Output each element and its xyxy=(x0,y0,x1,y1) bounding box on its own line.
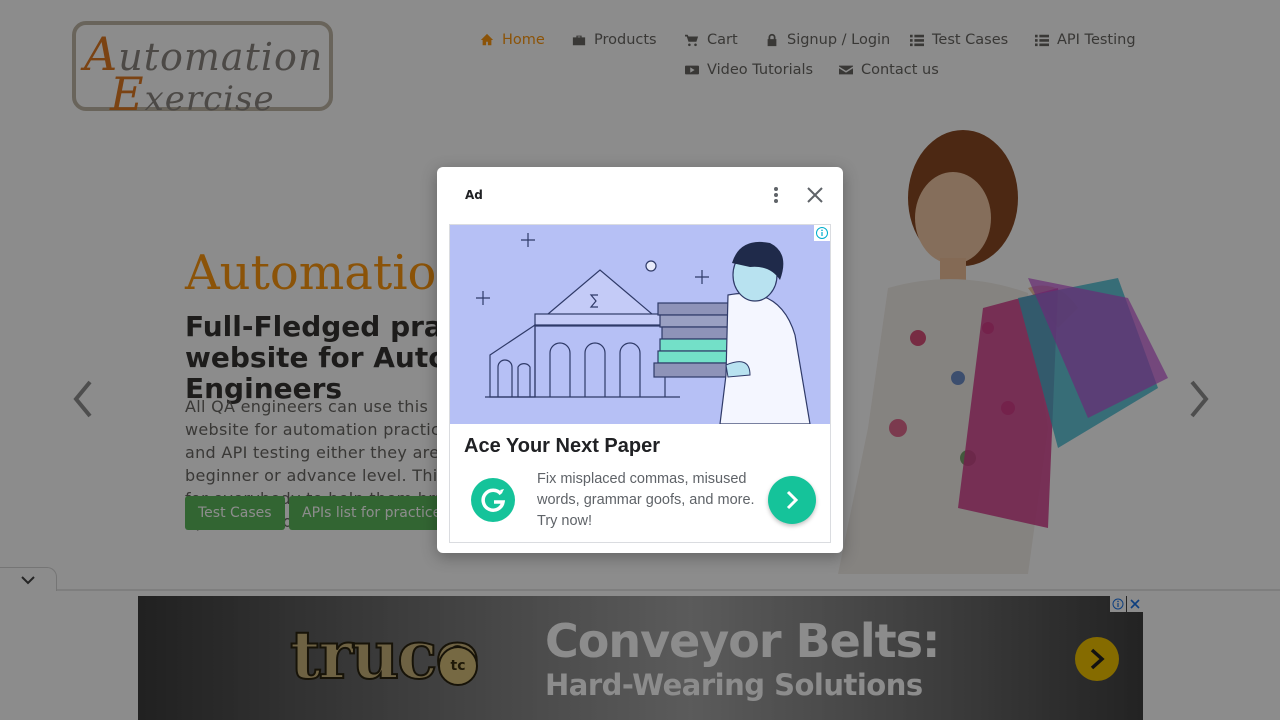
ad-illustration xyxy=(450,225,830,424)
ad-creative[interactable]: Ace Your Next Paper Fix misplaced commas… xyxy=(449,224,831,543)
close-icon xyxy=(807,187,823,203)
more-options-icon[interactable] xyxy=(769,183,783,207)
ad-cta-button[interactable] xyxy=(768,476,816,524)
info-icon xyxy=(814,225,830,241)
interstitial-ad-dialog: Ad Ace Your Next Paper Fix misplaced com… xyxy=(437,167,843,553)
g-icon xyxy=(481,488,506,512)
grammarly-logo-icon xyxy=(471,478,515,522)
ad-label: Ad xyxy=(465,188,483,202)
chevron-right-icon xyxy=(786,490,799,510)
adchoices-icon[interactable] xyxy=(814,225,830,241)
ad-close-button[interactable] xyxy=(805,185,825,205)
ad-title: Ace Your Next Paper xyxy=(464,435,661,457)
ad-body: Fix misplaced commas, misused words, gra… xyxy=(537,471,755,529)
